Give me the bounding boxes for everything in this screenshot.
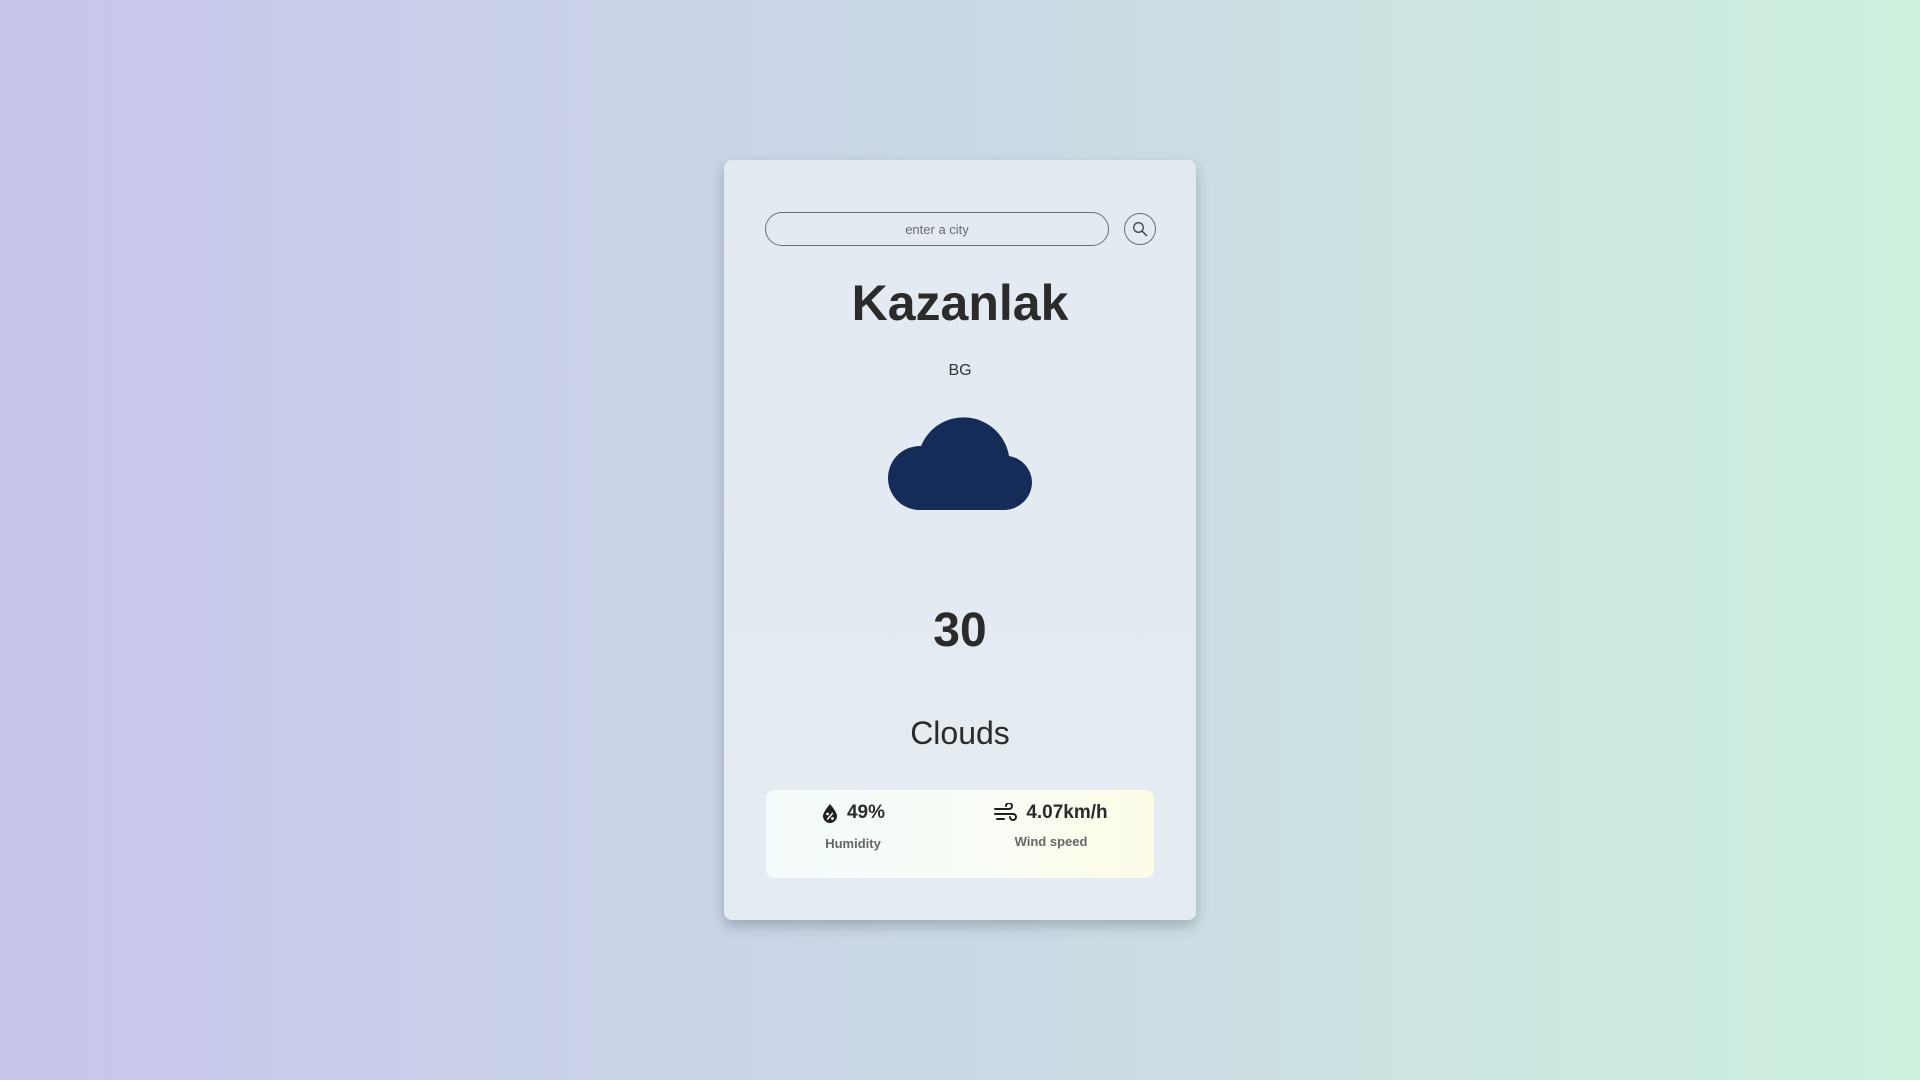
search-bar xyxy=(765,212,1156,246)
weather-condition: Clouds xyxy=(910,715,1010,751)
humidity-drop-icon xyxy=(822,804,837,823)
humidity-label: Humidity xyxy=(825,836,881,851)
weather-details-panel: 49% Humidity 4.07km/h Wind speed xyxy=(766,790,1154,878)
weather-card: Kazanlak BG 30 Clouds 49% Humidity xyxy=(724,160,1196,920)
wind-speed-label: Wind speed xyxy=(1014,834,1088,849)
search-button[interactable] xyxy=(1124,213,1156,245)
cloud-icon xyxy=(888,417,1032,510)
wind-detail: 4.07km/h Wind speed xyxy=(986,802,1116,849)
search-icon xyxy=(1133,222,1148,237)
city-search-input[interactable] xyxy=(765,212,1109,246)
city-name: Kazanlak xyxy=(851,275,1069,331)
humidity-detail: 49% Humidity xyxy=(808,802,898,851)
humidity-value: 49% xyxy=(846,802,886,823)
country-code: BG xyxy=(948,362,972,379)
temperature-value: 30 xyxy=(933,604,987,657)
wind-icon xyxy=(994,803,1018,821)
wind-speed-value: 4.07km/h xyxy=(1026,802,1108,823)
